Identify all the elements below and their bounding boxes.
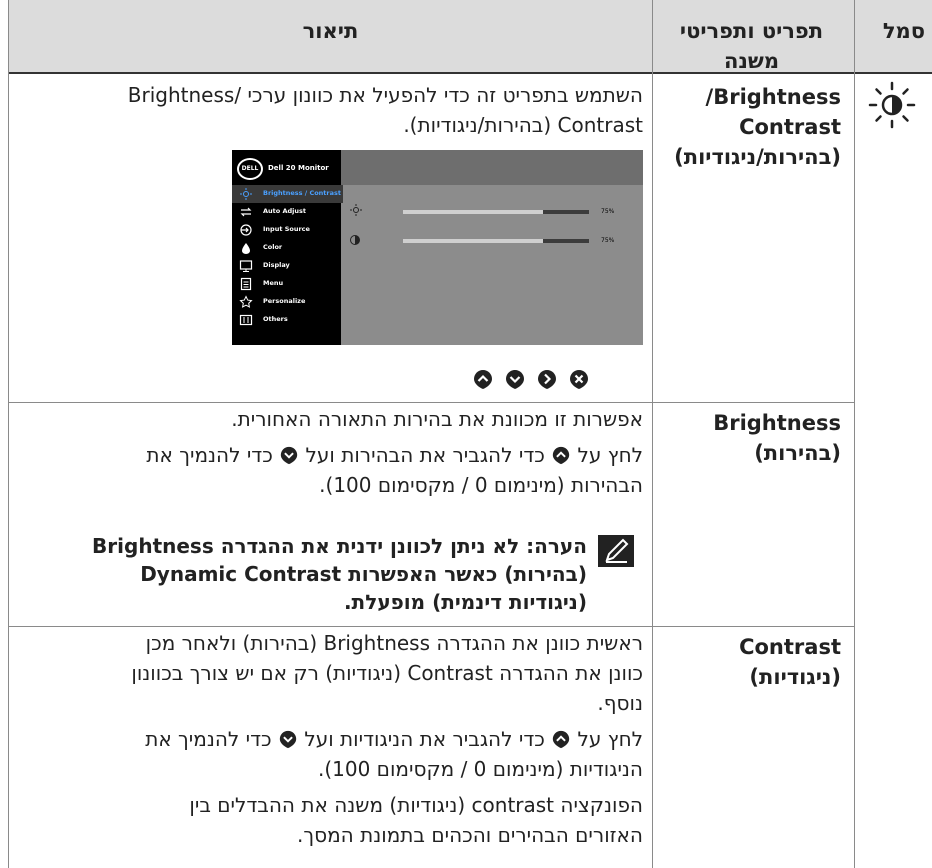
osd-item-label: Color: [263, 243, 283, 251]
press-text: כדי להגביר את הבהירות ועל: [305, 443, 545, 467]
auto-adjust-icon: [240, 207, 252, 217]
press-text: לחץ על: [577, 727, 643, 751]
note-pencil-icon: [597, 534, 635, 568]
osd-sidebar: DELL Dell 20 Monitor Brightness / Contra…: [232, 150, 343, 345]
press-line: לחץ על כדי להגביר את הבהירות ועל כדי להנ…: [17, 440, 643, 470]
osd-item-label: Menu: [263, 279, 284, 287]
desc-line: הפונקציה contrast (ניגודיות) משנה את ההב…: [189, 793, 643, 817]
brightness-slider[interactable]: [403, 210, 589, 214]
osd-item-others[interactable]: Others: [232, 311, 341, 329]
osd-item-label: Brightness / Contrast: [263, 189, 341, 197]
osd-top-bar: [341, 150, 643, 185]
osd-item-label: Input Source: [263, 225, 310, 233]
desc-line: נוסף.: [597, 691, 643, 715]
osd-brightness-sun-icon: [350, 204, 362, 216]
osd-item-label: Others: [263, 315, 288, 323]
down-arrow-icon: [280, 446, 298, 465]
contrast-value: 75%: [601, 237, 615, 244]
brightness-icon: [240, 188, 252, 200]
input-source-icon: [240, 224, 252, 236]
brightness-value: 75%: [601, 208, 615, 215]
desc-line: ראשית כוונן את ההגדרה Brightness (בהירות…: [145, 631, 643, 655]
desc-line: אפשרות זו מכוונת את בהירות התאורה האחורי…: [231, 407, 643, 431]
osd-item-personalize[interactable]: Personalize: [232, 293, 341, 311]
menu-brightness: Brightness (בהירות): [661, 408, 841, 468]
close-icon[interactable]: [568, 368, 590, 390]
osd-item-display[interactable]: Display: [232, 257, 341, 275]
up-arrow-icon: [552, 730, 570, 749]
press-text: כדי להגביר את הניגודיות ועל: [304, 727, 545, 751]
star-icon: [239, 295, 253, 308]
osd-item-color[interactable]: Color: [232, 239, 341, 257]
note-line: הערה: לא ניתן לכוונן ידנית את ההגדרה Bri…: [92, 534, 587, 558]
osd-item-menu[interactable]: Menu: [232, 275, 341, 293]
contrast-slider[interactable]: [403, 239, 589, 243]
menu-line: Contrast: [739, 115, 841, 139]
desc-line: כוונן את ההגדרה Contrast (ניגודיות) רק א…: [131, 661, 643, 685]
osd-item-label: Auto Adjust: [263, 207, 307, 215]
contrast-slider-fill: [403, 239, 543, 243]
press-text: כדי להנמיך את: [146, 443, 273, 467]
osd-item-input-source[interactable]: Input Source: [232, 221, 341, 239]
menu-line: (בהירות/ניגודיות): [674, 145, 841, 169]
desc-line: האזורים הבהירים והכהים בתמונת המסך.: [297, 823, 643, 847]
brightness-sun-icon: [867, 80, 917, 130]
osd-item-brightness-contrast[interactable]: Brightness / Contrast: [232, 185, 343, 203]
menu-icon: [240, 277, 252, 291]
menu-line: (ניגודיות): [749, 665, 841, 689]
osd-item-label: Display: [263, 261, 290, 269]
menu-table: סמל תפריט ותפריטי משנה תיאור Brightness/…: [8, 0, 932, 868]
up-arrow-icon[interactable]: [472, 368, 494, 390]
note-text: הערה: לא ניתן לכוונן ידנית את ההגדרה Bri…: [17, 532, 587, 616]
osd-item-label: Personalize: [263, 297, 306, 305]
down-arrow-icon[interactable]: [504, 368, 526, 390]
desc-line: הבהירות (מינימום 0 / מקסימום 100).: [319, 473, 643, 497]
header-menu: תפריט ותפריטי משנה: [679, 19, 824, 73]
press-line: לחץ על כדי להגביר את הניגודיות ועל כדי ל…: [17, 724, 643, 754]
header-symbol: סמל: [882, 19, 925, 43]
header-description: תיאור: [302, 19, 359, 43]
press-text: לחץ על: [577, 443, 643, 467]
others-icon: [239, 314, 253, 326]
menu-line: (בהירות): [754, 441, 841, 465]
right-arrow-icon[interactable]: [536, 368, 558, 390]
menu-line: Brightness/: [705, 85, 841, 109]
color-icon: [242, 243, 250, 254]
note-line: (בהירות) כאשר האפשרות Dynamic Contrast: [140, 562, 587, 586]
desc-brightness: אפשרות זו מכוונת את בהירות התאורה האחורי…: [17, 404, 643, 500]
desc-line: השתמש בתפריט זה כדי להפעיל את כוונון ערכ…: [127, 83, 643, 107]
display-icon: [239, 260, 253, 272]
osd-title: Dell 20 Monitor: [268, 164, 329, 172]
desc-contrast: ראשית כוונן את ההגדרה Brightness (בהירות…: [17, 628, 643, 850]
menu-brightness-contrast: Brightness/ Contrast (בהירות/ניגודיות): [661, 82, 841, 172]
up-arrow-icon: [552, 446, 570, 465]
menu-line: Brightness: [713, 411, 841, 435]
desc-brightness-contrast: השתמש בתפריט זה כדי להפעיל את כוונון ערכ…: [17, 80, 643, 140]
press-text: כדי להנמיך את: [145, 727, 272, 751]
brightness-slider-fill: [403, 210, 543, 214]
nav-buttons: [472, 368, 595, 394]
note-line: (ניגודיות דינמית) מופעלת.: [343, 590, 587, 614]
down-arrow-icon: [279, 730, 297, 749]
osd-item-auto-adjust[interactable]: Auto Adjust: [232, 203, 341, 221]
dell-logo: DELL: [237, 158, 263, 180]
desc-line: Contrast (בהירות/ניגודיות).: [403, 113, 643, 137]
osd-contrast-icon: [350, 235, 360, 245]
osd-screenshot: DELL Dell 20 Monitor Brightness / Contra…: [232, 150, 643, 345]
desc-line: הניגודיות (מינימום 0 / מקסימום 100).: [317, 757, 643, 781]
menu-line: Contrast: [739, 635, 841, 659]
menu-contrast: Contrast (ניגודיות): [661, 632, 841, 692]
